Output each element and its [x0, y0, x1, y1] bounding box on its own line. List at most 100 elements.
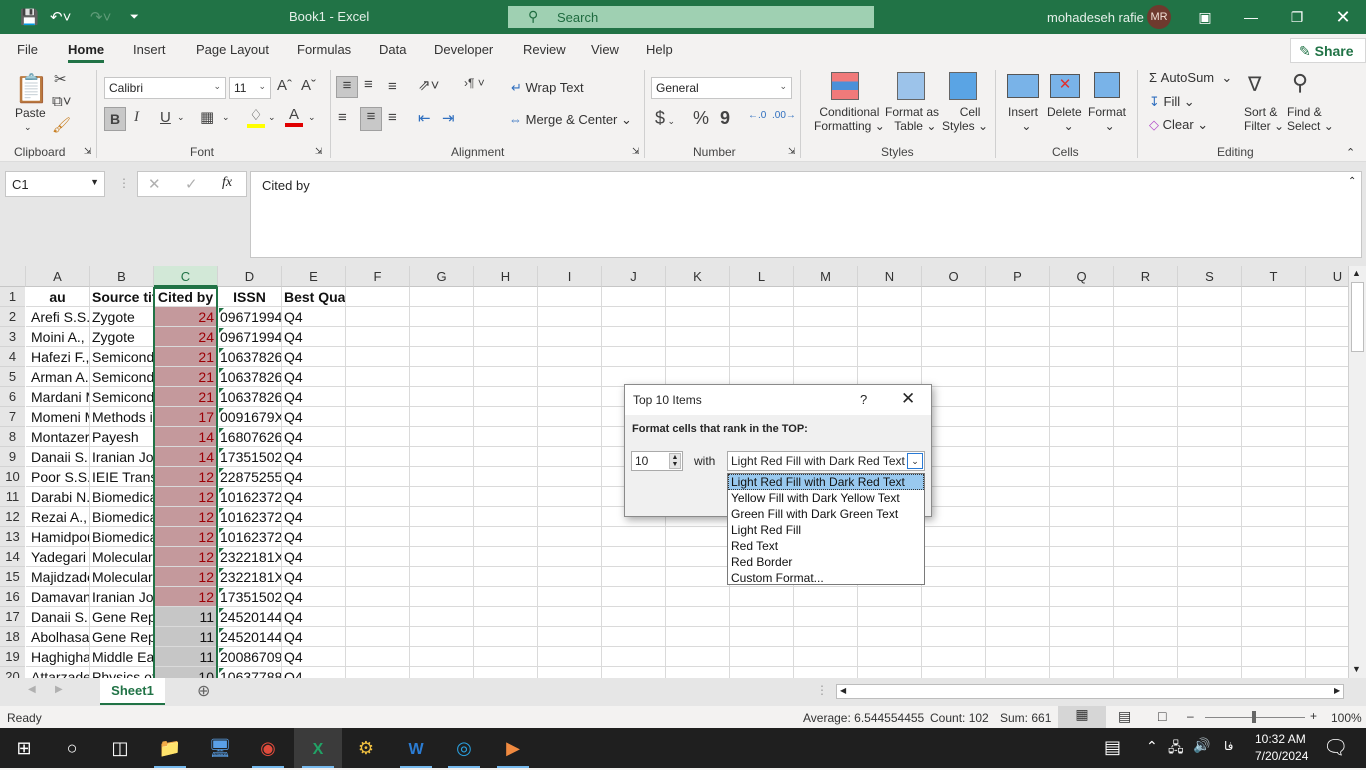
cell-a16[interactable]: Damavan — [26, 587, 90, 607]
format-option[interactable]: Green Fill with Dark Green Text — [728, 506, 924, 522]
cell-empty[interactable] — [1050, 367, 1114, 387]
column-header-q[interactable]: Q — [1050, 266, 1114, 287]
cell-empty[interactable] — [538, 387, 602, 407]
cell-empty[interactable] — [1114, 347, 1178, 367]
cell-empty[interactable] — [1242, 567, 1306, 587]
font-color-dropdown-icon[interactable]: ⌄ — [308, 112, 316, 123]
copy-icon[interactable]: ⧉˅ — [52, 93, 71, 110]
clock-time[interactable]: 10:32 AM — [1255, 732, 1306, 746]
format-option[interactable]: Light Red Fill with Dark Red Text — [728, 474, 924, 490]
cell-empty[interactable] — [986, 307, 1050, 327]
next-sheet-icon[interactable]: ▶ — [55, 684, 63, 695]
cell-styles-icon[interactable] — [949, 72, 977, 100]
cell-e14[interactable]: Q4 — [282, 547, 346, 567]
cell-e17[interactable]: Q4 — [282, 607, 346, 627]
cell-empty[interactable] — [602, 607, 666, 627]
cell-empty[interactable] — [1050, 427, 1114, 447]
cell-a9[interactable]: Danaii S., — [26, 447, 90, 467]
cell-empty[interactable] — [986, 567, 1050, 587]
column-header-j[interactable]: J — [602, 266, 666, 287]
cell-empty[interactable] — [922, 327, 986, 347]
cell-a13[interactable]: Hamidpou — [26, 527, 90, 547]
paste-dropdown-icon[interactable]: ⌄ — [24, 122, 32, 133]
cell-empty[interactable] — [1306, 527, 1348, 547]
cell-empty[interactable] — [474, 567, 538, 587]
column-header-a[interactable]: A — [26, 266, 90, 287]
cell-a4[interactable]: Hafezi F., — [26, 347, 90, 367]
cell-empty[interactable] — [794, 647, 858, 667]
underline-button[interactable]: U — [160, 109, 171, 126]
cell-c20[interactable]: 10 — [154, 667, 218, 678]
cell-empty[interactable] — [1306, 647, 1348, 667]
restore-button[interactable]: ❐ — [1282, 6, 1312, 28]
format-option[interactable]: Light Red Fill — [728, 522, 924, 538]
align-center-icon[interactable]: ≡ — [360, 107, 382, 131]
sort-filter-icon[interactable]: ∇ — [1248, 72, 1261, 97]
cell-b17[interactable]: Gene Rep — [90, 607, 154, 627]
cell-empty[interactable] — [410, 547, 474, 567]
cell-empty[interactable] — [1114, 507, 1178, 527]
cell-styles-button[interactable]: Cell Styles ⌄ — [942, 105, 988, 133]
page-break-view-icon[interactable]: □ — [1158, 708, 1166, 724]
cell-empty[interactable] — [1050, 647, 1114, 667]
cell-empty[interactable] — [474, 307, 538, 327]
cell-empty[interactable] — [858, 607, 922, 627]
cell-empty[interactable] — [602, 307, 666, 327]
cell-c12[interactable]: 12 — [154, 507, 218, 527]
clear-button[interactable]: ◇ Clear ⌄ — [1149, 117, 1208, 133]
cell-c17[interactable]: 11 — [154, 607, 218, 627]
cell-empty[interactable] — [1050, 287, 1114, 307]
cell-d16[interactable]: 17351502 — [218, 587, 282, 607]
cell-a11[interactable]: Darabi N., — [26, 487, 90, 507]
zoom-slider-thumb[interactable] — [1252, 711, 1256, 723]
cell-empty[interactable] — [730, 627, 794, 647]
cell-empty[interactable] — [666, 307, 730, 327]
tab-view[interactable]: View — [591, 42, 619, 57]
tab-insert[interactable]: Insert — [133, 42, 166, 57]
column-header-l[interactable]: L — [730, 266, 794, 287]
cell-empty[interactable] — [1242, 547, 1306, 567]
cell-empty[interactable] — [346, 367, 410, 387]
number-format-select[interactable]: General ⌄ — [651, 77, 792, 99]
vertical-scrollbar[interactable]: ▲ ▼ — [1348, 266, 1366, 678]
cell-a10[interactable]: Poor S.S.A — [26, 467, 90, 487]
cell-c18[interactable]: 11 — [154, 627, 218, 647]
cell-empty[interactable] — [410, 367, 474, 387]
cell-empty[interactable] — [410, 607, 474, 627]
error-indicator-icon[interactable] — [219, 488, 224, 493]
error-indicator-icon[interactable] — [219, 588, 224, 593]
cell-empty[interactable] — [602, 667, 666, 678]
format-style-select[interactable]: Light Red Fill with Dark Red Text ⌄ — [727, 451, 925, 471]
scroll-up-icon[interactable]: ▲ — [1352, 268, 1361, 278]
column-header-c[interactable]: C — [154, 266, 218, 287]
cell-b8[interactable]: Payesh — [90, 427, 154, 447]
cell-empty[interactable] — [410, 487, 474, 507]
cell-empty[interactable] — [1306, 327, 1348, 347]
cell-empty[interactable] — [346, 667, 410, 678]
cell-empty[interactable] — [1178, 287, 1242, 307]
cell-empty[interactable] — [410, 307, 474, 327]
cell-empty[interactable] — [858, 307, 922, 327]
cell-empty[interactable] — [346, 527, 410, 547]
cell-a18[interactable]: Abolhasa — [26, 627, 90, 647]
column-header-u[interactable]: U — [1306, 266, 1348, 287]
cell-empty[interactable] — [986, 287, 1050, 307]
cell-empty[interactable] — [986, 327, 1050, 347]
cell-d3[interactable]: 09671994 — [218, 327, 282, 347]
cell-empty[interactable] — [666, 607, 730, 627]
cell-c13[interactable]: 12 — [154, 527, 218, 547]
cell-empty[interactable] — [794, 607, 858, 627]
word-taskbar-icon[interactable]: W — [392, 728, 440, 768]
cell-empty[interactable] — [1242, 587, 1306, 607]
tab-data[interactable]: Data — [379, 42, 406, 57]
clipboard-launcher-icon[interactable]: ⇲ — [84, 146, 92, 157]
cortana-icon[interactable]: ○ — [48, 728, 96, 768]
column-header-i[interactable]: I — [538, 266, 602, 287]
cell-empty[interactable] — [346, 287, 410, 307]
cell-c8[interactable]: 14 — [154, 427, 218, 447]
cell-e19[interactable]: Q4 — [282, 647, 346, 667]
row-header[interactable]: 11 — [0, 487, 25, 507]
error-indicator-icon[interactable] — [219, 468, 224, 473]
error-indicator-icon[interactable] — [219, 528, 224, 533]
cell-empty[interactable] — [1178, 367, 1242, 387]
